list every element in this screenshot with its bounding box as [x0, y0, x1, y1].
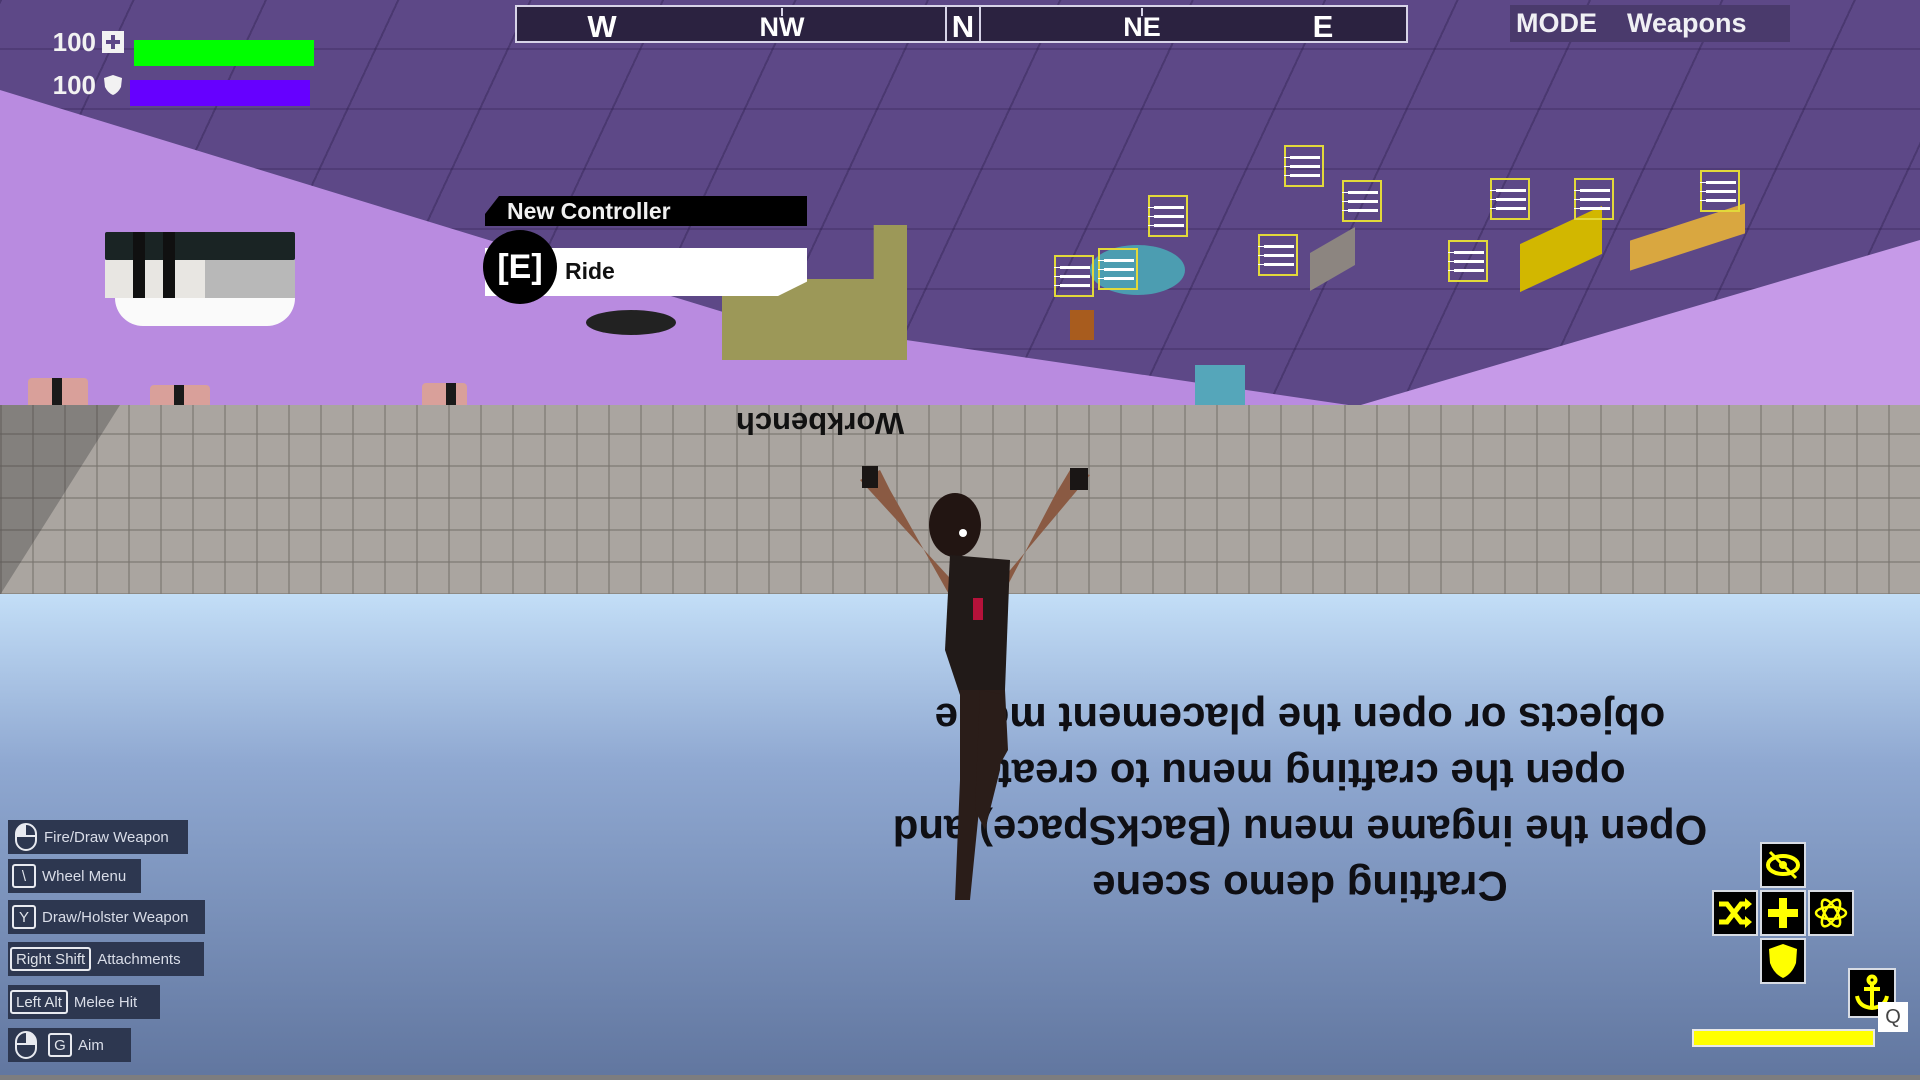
compass-heading-n: N: [951, 9, 975, 44]
compass-bar: W NW N NE E: [515, 5, 1408, 44]
shuffle-icon: [1719, 898, 1752, 928]
keycap-right-shift: Right Shift: [10, 947, 92, 971]
compass-heading-e: E: [1312, 9, 1334, 44]
health-value: 100: [52, 26, 96, 57]
bed-object: [105, 232, 295, 332]
control-label: Attachments: [97, 950, 181, 968]
eye-off-icon: [1766, 850, 1800, 880]
mode-indicator: MODE Weapons: [1510, 5, 1790, 42]
medkit-icon: [102, 31, 124, 53]
interact-key-badge: [E]: [483, 230, 557, 304]
game-viewport: Workbench Crafting demo scene Open the i…: [0, 0, 1920, 1080]
control-label: Wheel Menu: [42, 867, 127, 885]
dark-object: [586, 310, 676, 335]
checklist-marker: [1284, 145, 1324, 187]
plus-icon: [1768, 898, 1798, 928]
control-label: Aim: [78, 1036, 104, 1054]
shield-readout: 100: [30, 70, 124, 100]
keycap-left-alt: Left Alt: [10, 990, 68, 1014]
checklist-marker: [1148, 195, 1188, 237]
checklist-marker: [1448, 240, 1488, 282]
control-hint-aim: G Aim: [8, 1028, 131, 1062]
compass-heading-w: W: [587, 9, 617, 44]
prompt-action-label: Ride: [565, 258, 615, 284]
control-hint-draw-holster: Y Draw/Holster Weapon: [8, 900, 205, 934]
compass-heading-nw: NW: [759, 12, 805, 42]
ability-slot-left[interactable]: [1712, 890, 1758, 936]
mouse-right-click-icon: [15, 1031, 37, 1059]
ability-slot-bottom[interactable]: [1760, 938, 1806, 984]
keycap-g: G: [48, 1033, 72, 1057]
checklist-marker: [1098, 248, 1138, 290]
mode-value: Weapons: [1627, 8, 1747, 38]
checklist-marker: [1490, 178, 1530, 220]
mouse-left-click-icon: [15, 823, 37, 851]
floor-edge: [0, 1075, 1920, 1080]
control-label: Draw/Holster Weapon: [42, 908, 189, 926]
workbench-world-label: Workbench: [735, 406, 905, 441]
control-hint-wheel-menu: \ Wheel Menu: [8, 859, 141, 893]
ability-slot-right[interactable]: [1808, 890, 1854, 936]
orange-object: [1070, 310, 1094, 340]
checklist-marker: [1574, 178, 1614, 220]
keycap-backslash: \: [12, 864, 36, 888]
health-readout: 100: [30, 27, 124, 57]
control-hint-attachments: Right Shift Attachments: [8, 942, 204, 976]
checklist-marker: [1700, 170, 1740, 212]
control-hint-fire: Fire/Draw Weapon: [8, 820, 188, 854]
shield-value: 100: [52, 69, 96, 100]
control-hint-melee: Left Alt Melee Hit: [8, 985, 160, 1019]
ability-slot-top[interactable]: [1760, 842, 1806, 888]
prompt-title: New Controller: [485, 196, 807, 226]
keycap-y: Y: [12, 905, 36, 929]
compass-heading-ne: NE: [1123, 12, 1161, 42]
shield-icon: [1769, 944, 1797, 978]
checklist-marker: [1258, 234, 1298, 276]
ability-slot-center[interactable]: [1760, 890, 1806, 936]
health-bar: [134, 40, 314, 66]
control-label: Melee Hit: [73, 993, 138, 1011]
shield-bar: [130, 80, 310, 106]
stamina-bar-fill: [1694, 1031, 1873, 1045]
checklist-marker: [1054, 255, 1094, 297]
stamina-bar: [1692, 1029, 1875, 1047]
shield-bar-fill: [130, 80, 310, 106]
shield-icon: [102, 74, 124, 96]
health-bar-fill: [134, 40, 314, 66]
mode-label: MODE: [1516, 8, 1597, 38]
teal-box-object: [1195, 365, 1245, 410]
player-character: [860, 466, 1090, 900]
atom-icon: [1814, 898, 1848, 928]
checklist-marker: [1342, 180, 1382, 222]
interaction-prompt: New Controller Ride [E]: [483, 196, 807, 304]
anchor-keybind-badge: Q: [1878, 1002, 1908, 1032]
control-label: Fire/Draw Weapon: [44, 828, 169, 846]
